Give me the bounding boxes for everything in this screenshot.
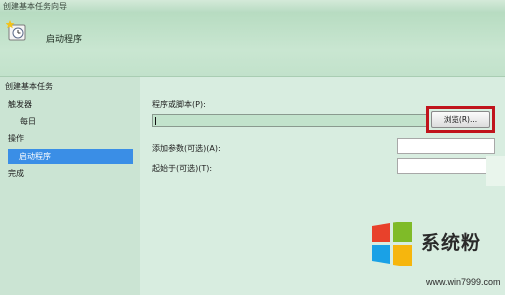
text-caret [155,117,156,125]
step-finish[interactable]: 完成 [8,168,24,179]
wizard-header: 启动程序 [0,12,505,77]
program-input[interactable] [152,114,427,127]
step-create-basic-task[interactable]: 创建基本任务 [5,81,53,92]
step-trigger[interactable]: 触发器 [8,99,32,110]
program-label: 程序或脚本(P): [152,100,206,109]
background-glint [486,156,505,186]
arguments-label: 添加参数(可选)(A): [152,144,221,153]
arguments-input[interactable] [397,138,495,154]
page-title: 启动程序 [46,35,83,45]
watermark-url: www.win7999.com [426,277,501,287]
start-in-input[interactable] [397,158,495,174]
windows-logo-icon [372,222,412,266]
start-in-label: 起始于(可选)(T): [152,164,213,173]
window-title: 创建基本任务向导 [3,2,67,11]
watermark-brand: 系统粉 [421,232,482,254]
step-daily[interactable]: 每日 [20,116,36,127]
task-wizard-clock-icon [6,20,26,41]
browse-button[interactable]: 浏览(R)... [431,111,490,128]
step-action[interactable]: 操作 [8,133,24,144]
window-titlebar: 创建基本任务向导 [0,0,505,12]
step-start-program[interactable]: 启动程序 [8,149,133,164]
